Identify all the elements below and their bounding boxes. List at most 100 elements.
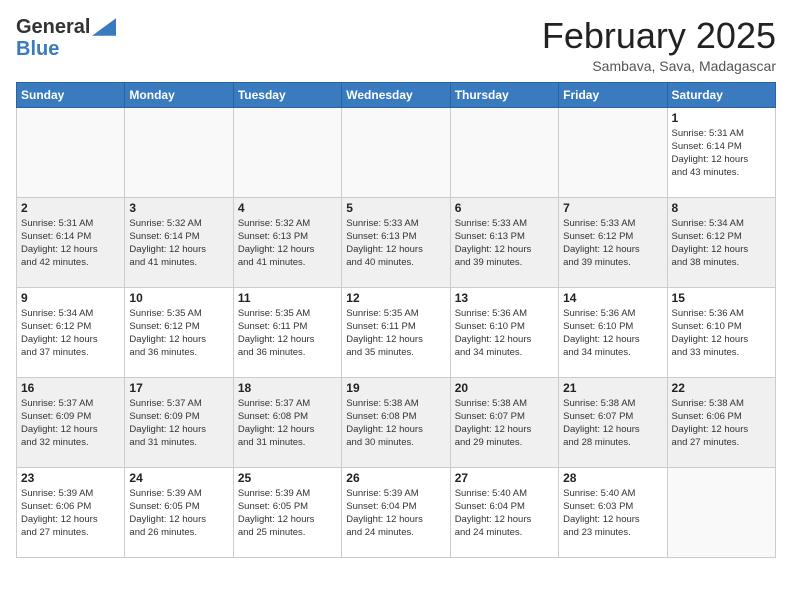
- day-info: Sunrise: 5:34 AM Sunset: 6:12 PM Dayligh…: [672, 217, 771, 270]
- day-number: 3: [129, 201, 228, 215]
- day-info: Sunrise: 5:37 AM Sunset: 6:09 PM Dayligh…: [129, 397, 228, 450]
- day-info: Sunrise: 5:40 AM Sunset: 6:03 PM Dayligh…: [563, 487, 662, 540]
- day-number: 26: [346, 471, 445, 485]
- day-info: Sunrise: 5:39 AM Sunset: 6:06 PM Dayligh…: [21, 487, 120, 540]
- day-info: Sunrise: 5:33 AM Sunset: 6:13 PM Dayligh…: [455, 217, 554, 270]
- calendar-cell: 8 Sunrise: 5:34 AM Sunset: 6:12 PM Daylig…: [667, 197, 775, 287]
- day-number: 9: [21, 291, 120, 305]
- day-info: Sunrise: 5:32 AM Sunset: 6:14 PM Dayligh…: [129, 217, 228, 270]
- weekday-saturday: Saturday: [667, 82, 775, 107]
- calendar-cell: [667, 467, 775, 557]
- day-number: 4: [238, 201, 337, 215]
- day-info: Sunrise: 5:38 AM Sunset: 6:06 PM Dayligh…: [672, 397, 771, 450]
- day-info: Sunrise: 5:33 AM Sunset: 6:13 PM Dayligh…: [346, 217, 445, 270]
- day-number: 8: [672, 201, 771, 215]
- day-info: Sunrise: 5:38 AM Sunset: 6:07 PM Dayligh…: [455, 397, 554, 450]
- calendar-cell: 28 Sunrise: 5:40 AM Sunset: 6:03 PM Dayli…: [559, 467, 667, 557]
- calendar-cell: 20Sunrise: 5:38 AM Sunset: 6:07 PM Dayli…: [450, 377, 558, 467]
- calendar-cell: 27 Sunrise: 5:40 AM Sunset: 6:04 PM Dayli…: [450, 467, 558, 557]
- calendar-cell: 15Sunrise: 5:36 AM Sunset: 6:10 PM Dayli…: [667, 287, 775, 377]
- day-info: Sunrise: 5:38 AM Sunset: 6:07 PM Dayligh…: [563, 397, 662, 450]
- logo-icon: [92, 18, 116, 36]
- weekday-monday: Monday: [125, 82, 233, 107]
- calendar-cell: 23 Sunrise: 5:39 AM Sunset: 6:06 PM Dayli…: [17, 467, 125, 557]
- day-info: Sunrise: 5:39 AM Sunset: 6:04 PM Dayligh…: [346, 487, 445, 540]
- logo: General Blue: [16, 16, 116, 60]
- calendar-cell: 19Sunrise: 5:38 AM Sunset: 6:08 PM Dayli…: [342, 377, 450, 467]
- day-info: Sunrise: 5:36 AM Sunset: 6:10 PM Dayligh…: [455, 307, 554, 360]
- day-number: 5: [346, 201, 445, 215]
- day-number: 23: [21, 471, 120, 485]
- day-info: Sunrise: 5:31 AM Sunset: 6:14 PM Dayligh…: [21, 217, 120, 270]
- calendar-week-5: 23 Sunrise: 5:39 AM Sunset: 6:06 PM Dayli…: [17, 467, 776, 557]
- day-number: 28: [563, 471, 662, 485]
- logo-blue-text: Blue: [16, 38, 59, 60]
- day-info: Sunrise: 5:35 AM Sunset: 6:11 PM Dayligh…: [238, 307, 337, 360]
- calendar-cell: 21 Sunrise: 5:38 AM Sunset: 6:07 PM Dayli…: [559, 377, 667, 467]
- day-number: 24: [129, 471, 228, 485]
- weekday-tuesday: Tuesday: [233, 82, 341, 107]
- day-info: Sunrise: 5:36 AM Sunset: 6:10 PM Dayligh…: [563, 307, 662, 360]
- weekday-wednesday: Wednesday: [342, 82, 450, 107]
- calendar-cell: 7 Sunrise: 5:33 AM Sunset: 6:12 PM Daylig…: [559, 197, 667, 287]
- calendar-cell: 4 Sunrise: 5:32 AM Sunset: 6:13 PM Daylig…: [233, 197, 341, 287]
- day-number: 1: [672, 111, 771, 125]
- page-header: General Blue February 2025 Sambava, Sava…: [16, 16, 776, 74]
- calendar-cell: 6 Sunrise: 5:33 AM Sunset: 6:13 PM Daylig…: [450, 197, 558, 287]
- day-info: Sunrise: 5:40 AM Sunset: 6:04 PM Dayligh…: [455, 487, 554, 540]
- calendar-cell: [125, 107, 233, 197]
- day-info: Sunrise: 5:36 AM Sunset: 6:10 PM Dayligh…: [672, 307, 771, 360]
- day-number: 16: [21, 381, 120, 395]
- day-number: 6: [455, 201, 554, 215]
- day-number: 22: [672, 381, 771, 395]
- calendar-cell: 5 Sunrise: 5:33 AM Sunset: 6:13 PM Daylig…: [342, 197, 450, 287]
- day-info: Sunrise: 5:33 AM Sunset: 6:12 PM Dayligh…: [563, 217, 662, 270]
- day-info: Sunrise: 5:31 AM Sunset: 6:14 PM Dayligh…: [672, 127, 771, 180]
- day-info: Sunrise: 5:35 AM Sunset: 6:12 PM Dayligh…: [129, 307, 228, 360]
- day-number: 12: [346, 291, 445, 305]
- calendar-cell: 14Sunrise: 5:36 AM Sunset: 6:10 PM Dayli…: [559, 287, 667, 377]
- calendar-cell: 18 Sunrise: 5:37 AM Sunset: 6:08 PM Dayli…: [233, 377, 341, 467]
- day-number: 13: [455, 291, 554, 305]
- day-number: 2: [21, 201, 120, 215]
- calendar-week-4: 16 Sunrise: 5:37 AM Sunset: 6:09 PM Dayli…: [17, 377, 776, 467]
- calendar-cell: 3 Sunrise: 5:32 AM Sunset: 6:14 PM Daylig…: [125, 197, 233, 287]
- calendar-cell: 25Sunrise: 5:39 AM Sunset: 6:05 PM Dayli…: [233, 467, 341, 557]
- calendar-cell: 22 Sunrise: 5:38 AM Sunset: 6:06 PM Dayli…: [667, 377, 775, 467]
- title-block: February 2025 Sambava, Sava, Madagascar: [542, 16, 776, 74]
- calendar-cell: 13 Sunrise: 5:36 AM Sunset: 6:10 PM Dayli…: [450, 287, 558, 377]
- day-number: 18: [238, 381, 337, 395]
- weekday-thursday: Thursday: [450, 82, 558, 107]
- calendar-cell: 16 Sunrise: 5:37 AM Sunset: 6:09 PM Dayli…: [17, 377, 125, 467]
- day-info: Sunrise: 5:39 AM Sunset: 6:05 PM Dayligh…: [129, 487, 228, 540]
- day-info: Sunrise: 5:34 AM Sunset: 6:12 PM Dayligh…: [21, 307, 120, 360]
- day-info: Sunrise: 5:39 AM Sunset: 6:05 PM Dayligh…: [238, 487, 337, 540]
- day-number: 10: [129, 291, 228, 305]
- calendar-title: February 2025: [542, 16, 776, 56]
- day-number: 7: [563, 201, 662, 215]
- calendar-location: Sambava, Sava, Madagascar: [542, 58, 776, 74]
- weekday-friday: Friday: [559, 82, 667, 107]
- day-info: Sunrise: 5:37 AM Sunset: 6:08 PM Dayligh…: [238, 397, 337, 450]
- day-number: 21: [563, 381, 662, 395]
- calendar-cell: [450, 107, 558, 197]
- calendar-cell: 17 Sunrise: 5:37 AM Sunset: 6:09 PM Dayli…: [125, 377, 233, 467]
- calendar-table: SundayMondayTuesdayWednesdayThursdayFrid…: [16, 82, 776, 558]
- calendar-cell: 10 Sunrise: 5:35 AM Sunset: 6:12 PM Dayli…: [125, 287, 233, 377]
- calendar-cell: 2 Sunrise: 5:31 AM Sunset: 6:14 PM Daylig…: [17, 197, 125, 287]
- calendar-cell: 1 Sunrise: 5:31 AM Sunset: 6:14 PM Daylig…: [667, 107, 775, 197]
- day-number: 11: [238, 291, 337, 305]
- calendar-cell: [17, 107, 125, 197]
- day-info: Sunrise: 5:32 AM Sunset: 6:13 PM Dayligh…: [238, 217, 337, 270]
- calendar-cell: 9 Sunrise: 5:34 AM Sunset: 6:12 PM Daylig…: [17, 287, 125, 377]
- day-info: Sunrise: 5:38 AM Sunset: 6:08 PM Dayligh…: [346, 397, 445, 450]
- day-number: 27: [455, 471, 554, 485]
- day-info: Sunrise: 5:37 AM Sunset: 6:09 PM Dayligh…: [21, 397, 120, 450]
- day-info: Sunrise: 5:35 AM Sunset: 6:11 PM Dayligh…: [346, 307, 445, 360]
- calendar-week-2: 2 Sunrise: 5:31 AM Sunset: 6:14 PM Daylig…: [17, 197, 776, 287]
- calendar-cell: [559, 107, 667, 197]
- calendar-cell: 12 Sunrise: 5:35 AM Sunset: 6:11 PM Dayli…: [342, 287, 450, 377]
- day-number: 17: [129, 381, 228, 395]
- calendar-cell: [233, 107, 341, 197]
- logo-general-text: General: [16, 16, 90, 38]
